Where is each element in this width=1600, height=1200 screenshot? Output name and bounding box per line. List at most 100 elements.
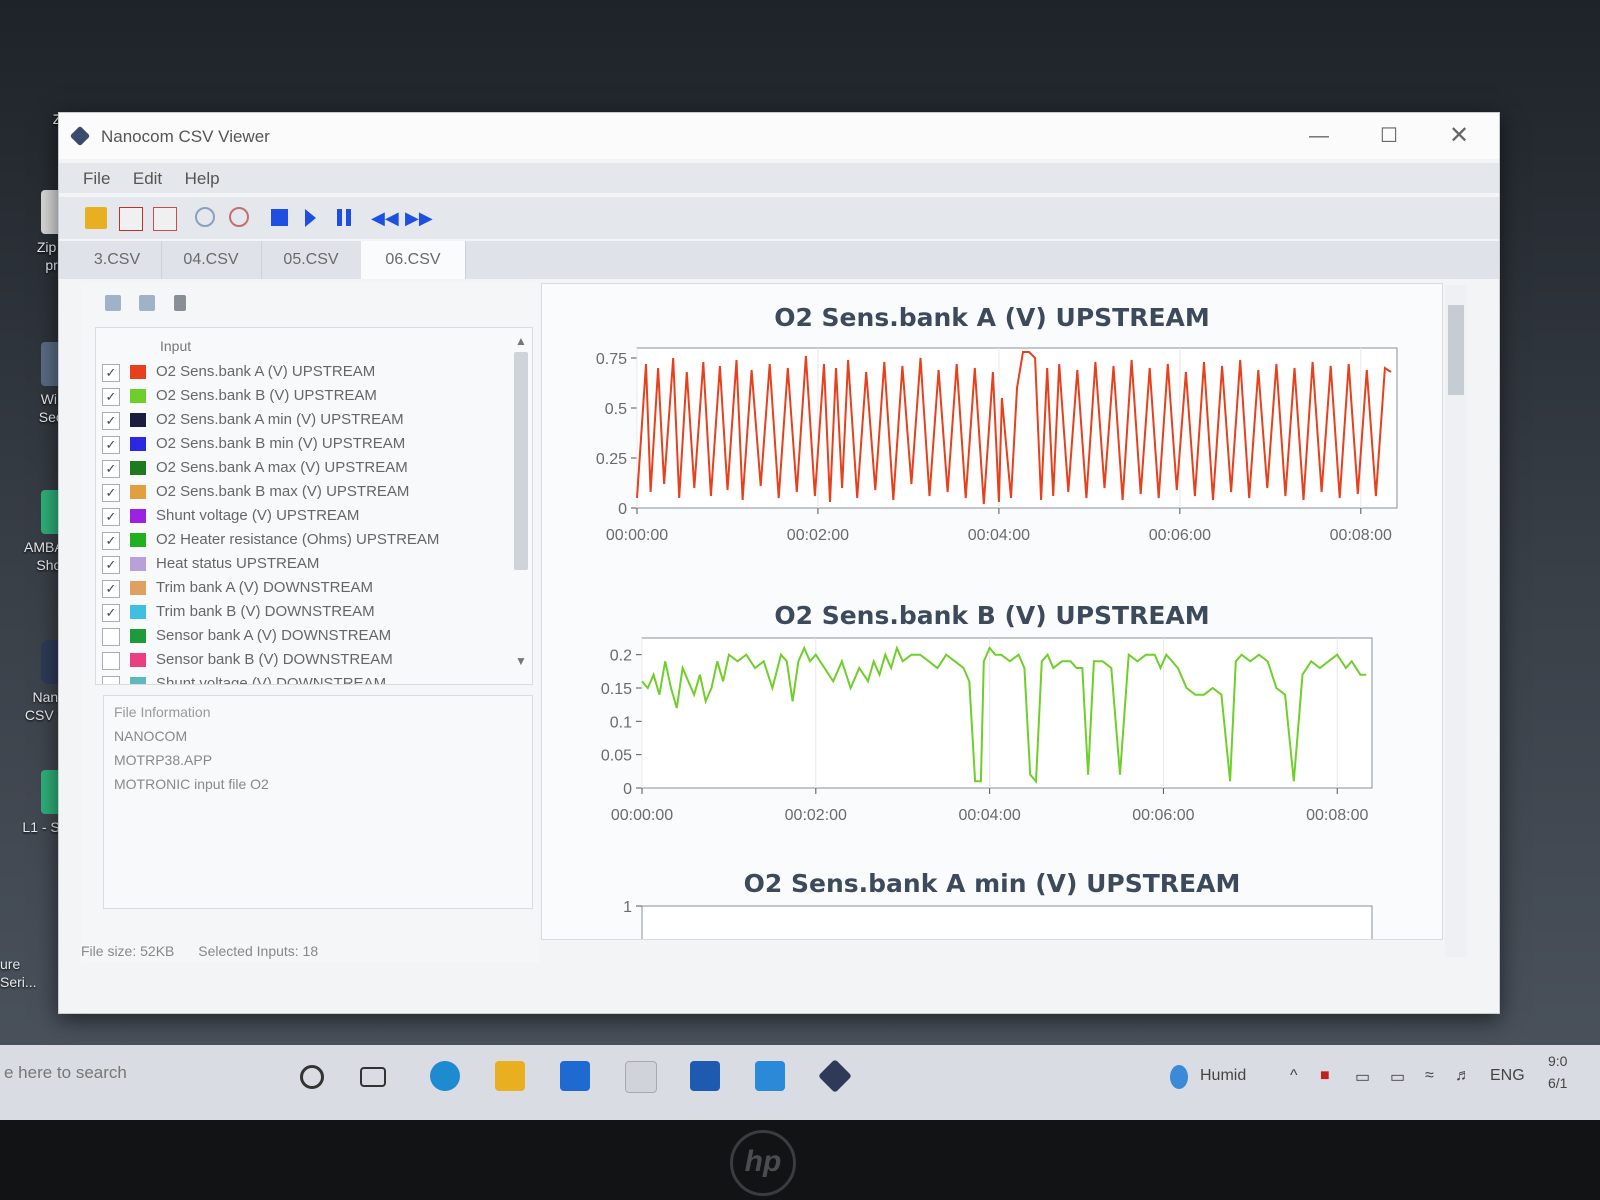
input-list-scrollbar[interactable]: ▲ ▼ — [514, 334, 528, 676]
input-label: Shunt voltage (V) UPSTREAM — [156, 507, 360, 524]
chart-bank-a-min-upstream: O2 Sens.bank A min (V) UPSTREAM 1 — [562, 864, 1422, 939]
volume-icon[interactable]: ♬ — [1455, 1067, 1471, 1085]
chart-scrollbar[interactable] — [1445, 285, 1467, 957]
fast-forward-icon[interactable]: ▶▶ — [405, 209, 433, 231]
clock-time[interactable]: 9:0 — [1548, 1053, 1567, 1069]
file-info-header: File Information — [114, 704, 211, 720]
maximize-button[interactable]: ☐ — [1359, 119, 1419, 153]
tab-3-csv[interactable]: 3.CSV — [73, 241, 162, 279]
file-tabs: 3.CSV 04.CSV 05.CSV 06.CSV — [59, 241, 1499, 279]
series-color-swatch[interactable] — [130, 389, 146, 403]
app-icon[interactable] — [625, 1061, 657, 1093]
chevron-up-icon[interactable]: ^ — [1290, 1067, 1298, 1085]
input-checkbox[interactable]: ✓ — [102, 388, 120, 406]
series-color-swatch[interactable] — [130, 557, 146, 571]
chart-title: O2 Sens.bank A (V) UPSTREAM — [774, 303, 1210, 332]
input-checkbox[interactable]: ✓ — [102, 460, 120, 478]
menu-file[interactable]: File — [59, 163, 124, 189]
file-information-box: File Information NANOCOM MOTRP38.APP MOT… — [103, 695, 533, 909]
stop-icon[interactable] — [271, 209, 288, 226]
tab-04-csv[interactable]: 04.CSV — [161, 241, 262, 279]
cortana-icon[interactable] — [300, 1065, 324, 1089]
tab-05-csv[interactable]: 05.CSV — [261, 241, 362, 279]
taskbar: e here to search Humid ^ ■ ▭ ▭ ≈ ♬ ENG 9… — [0, 1045, 1600, 1120]
tree-icon[interactable] — [173, 295, 186, 311]
x-tick-label: 00:04:00 — [968, 527, 1030, 544]
scrollbar-thumb[interactable] — [1448, 305, 1464, 395]
zoom-in-icon[interactable] — [195, 207, 215, 227]
series-color-swatch[interactable] — [130, 629, 146, 643]
x-tick-label: 00:06:00 — [1149, 527, 1211, 544]
scroll-down-icon[interactable]: ▼ — [514, 654, 528, 670]
rewind-icon[interactable]: ◀◀ — [371, 209, 399, 231]
input-list: Input ✓ O2 Sens.bank A (V) UPSTREAM ✓ O2 Se… — [95, 327, 533, 685]
mail-icon[interactable] — [755, 1061, 785, 1091]
open-folder-icon[interactable] — [85, 207, 107, 229]
series-color-swatch[interactable] — [130, 605, 146, 619]
chart-title: O2 Sens.bank B (V) UPSTREAM — [774, 601, 1209, 630]
nanocom-taskbar-icon[interactable] — [818, 1059, 852, 1093]
menu-help[interactable]: Help — [181, 163, 234, 189]
scroll-up-icon[interactable]: ▲ — [514, 334, 528, 350]
task-view-icon[interactable] — [360, 1067, 386, 1087]
input-checkbox[interactable]: ✓ — [102, 412, 120, 430]
input-checkbox[interactable]: ✓ — [102, 508, 120, 526]
chart-svg: O2 Sens.bank A (V) UPSTREAM 0 0.25 0.5 0.75 0… — [596, 303, 1398, 544]
language-indicator[interactable]: ENG — [1490, 1067, 1525, 1085]
play-icon[interactable] — [305, 209, 316, 227]
taskbar-search[interactable]: e here to search — [0, 1053, 284, 1093]
x-tick-label: 00:08:00 — [1306, 807, 1368, 824]
series-color-swatch[interactable] — [130, 581, 146, 595]
zoom-out-icon[interactable] — [229, 207, 249, 227]
menu-edit[interactable]: Edit — [129, 163, 176, 189]
pause-icon[interactable] — [337, 209, 342, 226]
series-color-swatch[interactable] — [130, 677, 146, 684]
input-checkbox[interactable]: ✓ — [102, 604, 120, 622]
input-checkbox[interactable]: ✓ — [102, 556, 120, 574]
title-bar[interactable]: Nanocom CSV Viewer — ☐ ✕ — [59, 113, 1499, 159]
minimize-button[interactable]: — — [1289, 119, 1349, 153]
x-tick-label: 00:06:00 — [1132, 807, 1194, 824]
series-color-swatch[interactable] — [130, 509, 146, 523]
input-checkbox[interactable]: ✓ — [102, 484, 120, 502]
weather-label[interactable]: Humid — [1200, 1067, 1246, 1085]
weather-icon — [1170, 1065, 1188, 1089]
input-label: Heat status UPSTREAM — [156, 555, 320, 572]
series-color-swatch[interactable] — [130, 485, 146, 499]
scrollbar-thumb[interactable] — [514, 352, 528, 570]
todo-icon[interactable] — [690, 1061, 720, 1091]
input-label: Trim bank B (V) DOWNSTREAM — [156, 603, 375, 620]
file-explorer-icon[interactable] — [495, 1061, 525, 1091]
battery-icon[interactable]: ▭ — [1390, 1067, 1405, 1087]
input-checkbox[interactable] — [102, 676, 120, 684]
wifi-icon[interactable]: ≈ — [1425, 1067, 1434, 1085]
flag-icon[interactable] — [153, 207, 177, 231]
teams-icon[interactable]: ■ — [1320, 1067, 1330, 1085]
deselect-all-icon[interactable] — [139, 295, 156, 311]
series-color-swatch[interactable] — [130, 437, 146, 451]
series-color-swatch[interactable] — [130, 413, 146, 427]
input-checkbox[interactable]: ✓ — [102, 436, 120, 454]
plot-area — [641, 637, 1373, 789]
input-checkbox[interactable] — [102, 628, 120, 646]
input-checkbox[interactable] — [102, 652, 120, 670]
store-icon[interactable] — [560, 1061, 590, 1091]
input-checkbox[interactable]: ✓ — [102, 364, 120, 382]
device-icon[interactable]: ▭ — [1355, 1067, 1370, 1087]
x-tick-label: 00:02:00 — [787, 527, 849, 544]
series-color-swatch[interactable] — [130, 365, 146, 379]
series-color-swatch[interactable] — [130, 461, 146, 475]
input-label: O2 Heater resistance (Ohms) UPSTREAM — [156, 531, 440, 548]
toolbar: ◀◀ ▶▶ — [59, 197, 1499, 239]
select-all-icon[interactable] — [105, 295, 121, 311]
clock-date[interactable]: 6/1 — [1548, 1075, 1567, 1091]
input-checkbox[interactable]: ✓ — [102, 580, 120, 598]
series-color-swatch[interactable] — [130, 653, 146, 667]
tab-06-csv[interactable]: 06.CSV — [361, 241, 466, 279]
close-file-icon[interactable] — [119, 207, 143, 231]
edge-icon[interactable] — [430, 1061, 460, 1091]
close-button[interactable]: ✕ — [1429, 119, 1489, 153]
series-color-swatch[interactable] — [130, 533, 146, 547]
input-checkbox[interactable]: ✓ — [102, 532, 120, 550]
input-panel: Input ✓ O2 Sens.bank A (V) UPSTREAM ✓ O2 Se… — [81, 283, 539, 963]
